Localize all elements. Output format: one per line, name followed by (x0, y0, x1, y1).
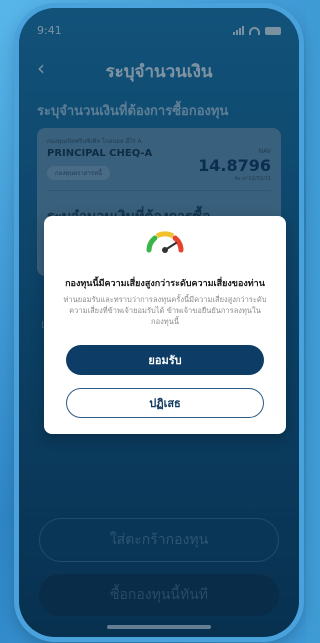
risk-gauge-icon (146, 231, 184, 253)
accept-button[interactable]: ยอมรับ (66, 345, 264, 375)
decline-button[interactable]: ปฏิเสธ (66, 388, 264, 418)
risk-warning-dialog: กองทุนนี้มีความเสี่ยงสูงกว่าระดับความเสี… (44, 216, 286, 434)
dialog-title: กองทุนนี้มีความเสี่ยงสูงกว่าระดับความเสี… (65, 279, 265, 289)
dialog-description: ท่านยอมรับและทราบว่าการลงทุนครั้งนี้มีคว… (63, 295, 267, 326)
